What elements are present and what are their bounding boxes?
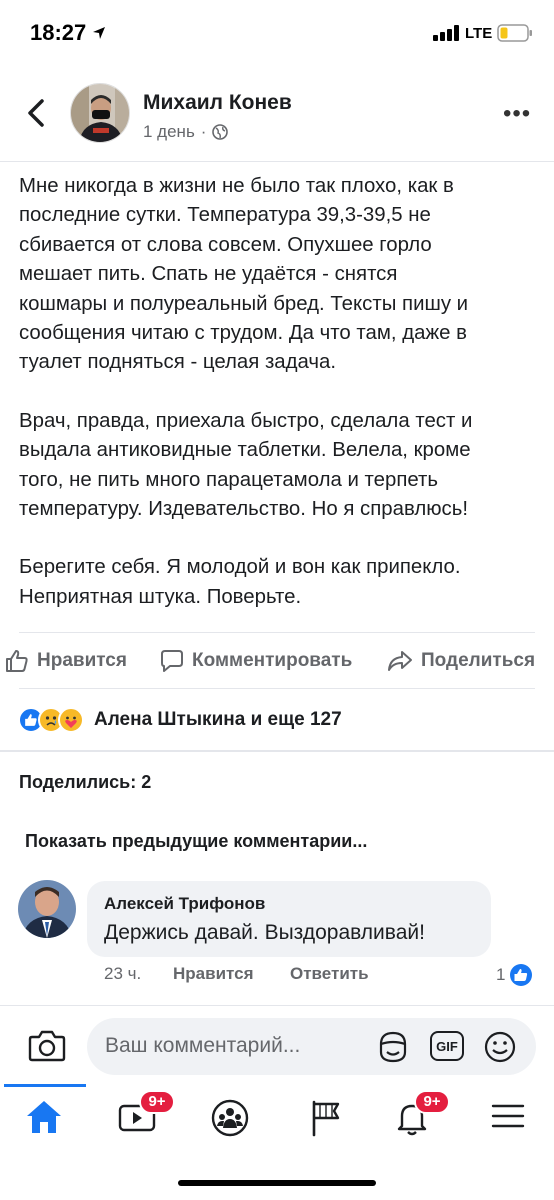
reactions-summary[interactable]: Алена Штыкина и еще 127	[18, 707, 342, 733]
avatar-sticker-icon[interactable]	[375, 1030, 411, 1064]
share-button[interactable]: Поделиться	[387, 649, 535, 673]
thumbs-up-icon	[6, 650, 28, 672]
notifications-badge: 9+	[414, 1090, 450, 1114]
share-label: Поделиться	[421, 650, 536, 671]
commenter-name[interactable]: Алексей Трифонов	[104, 894, 265, 914]
nav-watch[interactable]: 9+	[117, 1090, 175, 1138]
comment-button[interactable]: Комментировать	[160, 649, 352, 673]
emoji-icon[interactable]	[483, 1030, 517, 1064]
comment-like-count[interactable]: 1	[496, 963, 533, 987]
post-paragraph: Берегите себя. Я молодой и вон как припе…	[19, 556, 461, 608]
gif-label: GIF	[436, 1038, 458, 1054]
nav-notifications[interactable]: 9+	[392, 1090, 450, 1138]
post-time[interactable]: 1 день	[143, 122, 195, 142]
flag-icon	[312, 1100, 340, 1137]
gif-icon[interactable]: GIF	[430, 1031, 464, 1061]
back-arrow-icon[interactable]	[26, 98, 46, 128]
shares-count[interactable]: Поделились: 2	[19, 772, 151, 793]
cellular-signal-icon	[433, 25, 459, 41]
nav-home[interactable]	[24, 1098, 68, 1138]
meta-separator: ·	[200, 122, 207, 141]
home-icon	[27, 1101, 61, 1133]
care-reaction-icon	[58, 707, 84, 733]
comment-like-number: 1	[496, 965, 506, 984]
section-divider	[0, 750, 554, 752]
nav-groups[interactable]	[210, 1098, 254, 1138]
share-arrow-icon	[388, 651, 412, 671]
like-label: Нравится	[37, 650, 127, 671]
nav-menu[interactable]	[490, 1098, 534, 1138]
comment-text: Держись давай. Выздоравливай!	[104, 921, 425, 944]
author-name[interactable]: Михаил Конев	[143, 91, 292, 115]
post-meta: 1 день ·	[143, 122, 229, 142]
comment-like-button[interactable]: Нравится	[173, 964, 254, 984]
comment-time: 23 ч.	[104, 964, 142, 983]
comment-composer: GIF	[0, 1005, 554, 1085]
active-tab-indicator	[4, 1084, 86, 1087]
comment-reply-button[interactable]: Ответить	[290, 964, 369, 984]
commenter-avatar[interactable]	[18, 880, 76, 938]
home-indicator	[178, 1180, 376, 1186]
post-actions: Нравится Комментировать Поделиться	[6, 632, 535, 689]
more-options-icon[interactable]: •••	[503, 102, 531, 126]
like-reaction-icon	[510, 964, 533, 986]
watch-badge: 9+	[139, 1090, 175, 1114]
battery-icon	[497, 24, 532, 42]
groups-icon	[211, 1099, 249, 1137]
post-header: Михаил Конев 1 день · •••	[0, 72, 554, 162]
post-paragraph: Мне никогда в жизни не было так плохо, к…	[19, 175, 469, 374]
location-arrow-icon	[93, 27, 105, 39]
reactions-text: Алена Штыкина и еще 127	[94, 709, 342, 730]
post-paragraph: Врач, правда, приехала быстро, сделала т…	[19, 409, 473, 521]
author-avatar[interactable]	[70, 83, 130, 143]
camera-icon[interactable]	[28, 1030, 66, 1062]
network-type: LTE	[465, 25, 493, 42]
bottom-navigation: 9+ 9+	[0, 1084, 554, 1146]
globe-icon	[212, 124, 229, 140]
comment-bubble[interactable]: Алексей Трифонов Держись давай. Выздорав…	[87, 881, 491, 957]
hamburger-menu-icon	[491, 1104, 525, 1128]
comment-input[interactable]	[105, 1028, 365, 1064]
like-button[interactable]: Нравится	[5, 649, 127, 673]
nav-pages[interactable]	[306, 1098, 350, 1138]
show-previous-comments[interactable]: Показать предыдущие комментарии...	[25, 831, 367, 852]
comment-input-container: GIF	[87, 1018, 536, 1075]
status-bar: 18:27 LTE	[0, 0, 554, 70]
comment-label: Комментировать	[192, 650, 353, 671]
clock: 18:27	[30, 20, 87, 45]
post-text: Мне никогда в жизни не было так плохо, к…	[19, 172, 539, 641]
comment-icon	[161, 650, 183, 672]
